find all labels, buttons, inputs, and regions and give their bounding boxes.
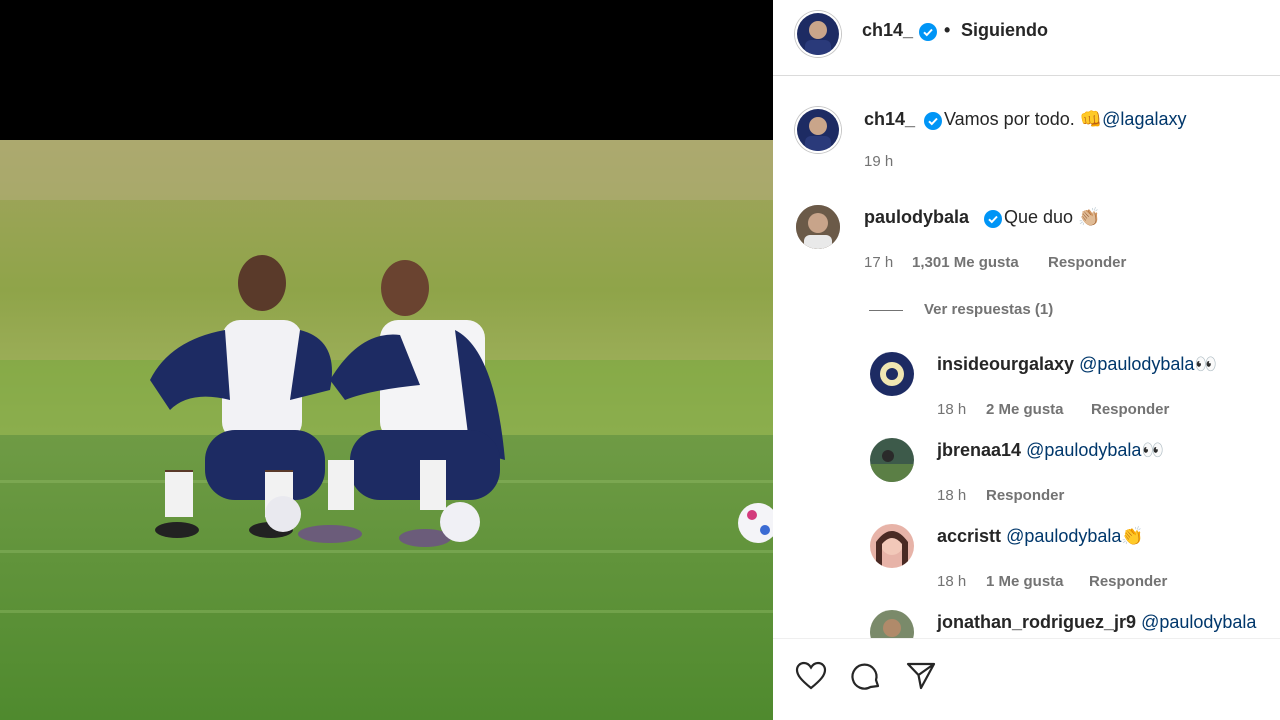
reply-text: jbrenaa14 @paulodybala👀 bbox=[937, 440, 1164, 461]
caption-mention[interactable]: @lagalaxy bbox=[1102, 109, 1186, 129]
post-header: ch14_ • Siguiendo bbox=[773, 0, 1280, 76]
reply-mention[interactable]: @paulodybala bbox=[1141, 612, 1256, 632]
reply-emoji: 👏 bbox=[1121, 526, 1144, 546]
reply-emoji: 👀 bbox=[1194, 354, 1217, 374]
reply-text: jonathan_rodriguez_jr9 @paulodybala bbox=[937, 612, 1256, 633]
author-avatar[interactable] bbox=[795, 11, 841, 57]
reply-mention[interactable]: @paulodybala bbox=[1079, 354, 1194, 374]
caption-time: 19 h bbox=[864, 153, 894, 170]
reply-time: 18 h bbox=[937, 487, 967, 504]
caption-avatar[interactable] bbox=[795, 107, 841, 153]
dot-separator: • bbox=[944, 20, 951, 40]
post-photo bbox=[0, 140, 773, 720]
reply-mention[interactable]: @paulodybala bbox=[1006, 526, 1121, 546]
post-media[interactable] bbox=[0, 0, 773, 720]
view-replies-button[interactable]: Ver respuestas (1) bbox=[924, 301, 1053, 318]
comment-time: 17 h bbox=[864, 254, 894, 271]
caption-username[interactable]: ch14_ bbox=[864, 109, 915, 130]
reply-avatar[interactable] bbox=[870, 524, 914, 568]
verified-icon bbox=[984, 210, 1002, 233]
action-bar bbox=[773, 638, 1280, 720]
comment-avatar[interactable] bbox=[796, 205, 840, 249]
reply-text: accristt @paulodybala👏 bbox=[937, 526, 1144, 547]
verified-icon bbox=[924, 112, 942, 135]
caption-text: Vamos por todo. 👊@lagalaxy bbox=[944, 109, 1186, 130]
reply-mention[interactable]: @paulodybala bbox=[1026, 440, 1141, 460]
caption-body: Vamos por todo. 👊 bbox=[944, 109, 1103, 129]
reply-avatar[interactable] bbox=[870, 352, 914, 396]
replies-divider bbox=[869, 310, 903, 311]
reply-avatar[interactable] bbox=[870, 438, 914, 482]
comment-likes[interactable]: 1,301 Me gusta bbox=[912, 254, 1019, 271]
reply-username[interactable]: jbrenaa14 bbox=[937, 440, 1021, 460]
comments-panel: ch14_ • Siguiendo ch14_ Vamos por todo. … bbox=[773, 0, 1280, 720]
reply-reply-button[interactable]: Responder bbox=[986, 487, 1064, 504]
comment-reply-button[interactable]: Responder bbox=[1048, 254, 1126, 271]
reply-text: insideourgalaxy @paulodybala👀 bbox=[937, 354, 1217, 375]
author-username[interactable]: ch14_ bbox=[862, 20, 913, 41]
reply-emoji: 👀 bbox=[1141, 440, 1164, 460]
reply-username[interactable]: jonathan_rodriguez_jr9 bbox=[937, 612, 1136, 632]
reply-likes[interactable]: 2 Me gusta bbox=[986, 401, 1064, 418]
verified-icon bbox=[919, 23, 937, 46]
reply-likes[interactable]: 1 Me gusta bbox=[986, 573, 1064, 590]
heart-icon[interactable] bbox=[795, 661, 827, 696]
reply-time: 18 h bbox=[937, 401, 967, 418]
comment-icon[interactable] bbox=[850, 660, 882, 697]
comment-text: Que duo 👏🏼 bbox=[1004, 207, 1101, 227]
reply-reply-button[interactable]: Responder bbox=[1091, 401, 1169, 418]
share-icon[interactable] bbox=[905, 661, 937, 696]
reply-reply-button[interactable]: Responder bbox=[1089, 573, 1167, 590]
reply-time: 18 h bbox=[937, 573, 967, 590]
reply-username[interactable]: insideourgalaxy bbox=[937, 354, 1074, 374]
follow-status[interactable]: Siguiendo bbox=[961, 20, 1048, 41]
reply-username[interactable]: accristt bbox=[937, 526, 1001, 546]
comment-username[interactable]: paulodybala bbox=[864, 207, 969, 228]
